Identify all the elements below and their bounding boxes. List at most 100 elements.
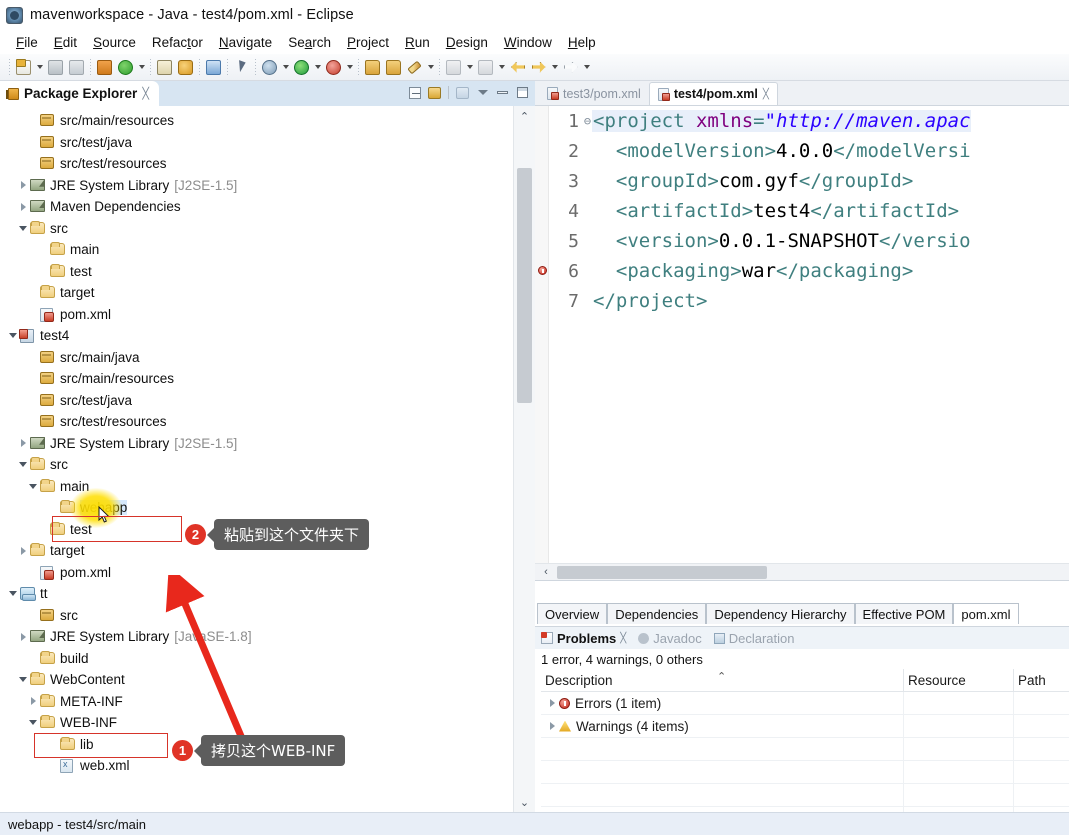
maximize-icon[interactable] bbox=[514, 84, 531, 101]
twisty-collapsed-icon[interactable] bbox=[16, 439, 30, 447]
tree-item-target[interactable]: target bbox=[0, 282, 513, 304]
tab-problems[interactable]: Problems ╳ bbox=[541, 631, 626, 646]
annotate-icon[interactable] bbox=[443, 57, 464, 78]
new-dropdown-icon[interactable] bbox=[34, 57, 45, 78]
tree-item-src[interactable]: src bbox=[0, 605, 513, 627]
fold-collapse-icon[interactable]: ⊖ bbox=[583, 114, 592, 128]
tree-item-meta-inf[interactable]: META-INF bbox=[0, 691, 513, 713]
menu-refactor[interactable]: Refactor bbox=[144, 34, 211, 51]
console-icon[interactable] bbox=[203, 57, 224, 78]
new-class-icon[interactable] bbox=[404, 57, 425, 78]
code-line-4[interactable]: 4 <artifactId>test4</artifactId> bbox=[549, 196, 1069, 226]
tree-item-build[interactable]: build bbox=[0, 648, 513, 670]
xml-editor[interactable]: 1 ⊖ <project xmlns="http://maven.apac 2 <mo… bbox=[535, 106, 1069, 581]
editor-horizontal-scrollbar[interactable]: ‹ bbox=[535, 563, 1069, 580]
export-package-icon[interactable] bbox=[94, 57, 115, 78]
twisty-expanded-icon[interactable] bbox=[16, 226, 30, 231]
code-line-1[interactable]: 1 ⊖ <project xmlns="http://maven.apac bbox=[549, 106, 1069, 136]
new-package-icon[interactable] bbox=[383, 57, 404, 78]
twisty-expanded-icon[interactable] bbox=[16, 462, 30, 467]
form-tab-effective-pom[interactable]: Effective POM bbox=[854, 603, 954, 624]
tab-javadoc[interactable]: Javadoc bbox=[638, 631, 702, 646]
code-line-2[interactable]: 2 <modelVersion>4.0.0</modelVersi bbox=[549, 136, 1069, 166]
twisty-collapsed-icon[interactable] bbox=[16, 633, 30, 641]
editor-code-lines[interactable]: 1 ⊖ <project xmlns="http://maven.apac 2 <mo… bbox=[549, 106, 1069, 580]
scroll-down-icon[interactable]: ⌄ bbox=[514, 792, 535, 812]
error-marker-icon[interactable] bbox=[538, 266, 547, 275]
forward-icon[interactable] bbox=[528, 57, 549, 78]
save-icon[interactable] bbox=[45, 57, 66, 78]
twisty-expanded-icon[interactable] bbox=[6, 333, 20, 338]
external-tools-dropdown-icon[interactable] bbox=[344, 57, 355, 78]
editor-tab-test4-pom-xml[interactable]: test4/pom.xml ╳ bbox=[648, 82, 778, 105]
forward-dropdown-icon[interactable] bbox=[549, 57, 560, 78]
table-row[interactable]: Warnings (4 items) bbox=[541, 714, 1069, 738]
code-line-6[interactable]: 6 <packaging>war</packaging> bbox=[549, 256, 1069, 286]
column-header-description[interactable]: Description ⌃ bbox=[541, 669, 903, 691]
twisty-expanded-icon[interactable] bbox=[26, 484, 40, 489]
run-dropdown-icon[interactable] bbox=[312, 57, 323, 78]
tree-item-webcontent[interactable]: WebContent bbox=[0, 669, 513, 691]
tree-item-src[interactable]: src bbox=[0, 454, 513, 476]
package-explorer-tree[interactable]: src/main/resources src/test/java src/test/… bbox=[0, 106, 513, 812]
tree-item-src-test-resources[interactable]: src/test/resources bbox=[0, 153, 513, 175]
menu-file[interactable]: File bbox=[8, 34, 46, 51]
tree-item-src[interactable]: src bbox=[0, 218, 513, 240]
code-line-7[interactable]: 7 </project> bbox=[549, 286, 1069, 316]
code-line-5[interactable]: 5 <version>0.0.1-SNAPSHOT</versio bbox=[549, 226, 1069, 256]
tree-item-tt[interactable]: tt bbox=[0, 583, 513, 605]
table-row[interactable]: Errors (1 item) bbox=[541, 691, 1069, 715]
debug-dropdown-icon[interactable] bbox=[280, 57, 291, 78]
run-external-tools-icon[interactable] bbox=[323, 57, 344, 78]
twisty-collapsed-icon[interactable] bbox=[16, 203, 30, 211]
twisty-expanded-icon[interactable] bbox=[6, 591, 20, 596]
twisty-expanded-icon[interactable] bbox=[16, 677, 30, 682]
twisty-collapsed-icon[interactable] bbox=[16, 547, 30, 555]
hscrollbar-thumb[interactable] bbox=[557, 565, 767, 579]
refresh-dropdown-icon[interactable] bbox=[136, 57, 147, 78]
twisty-expanded-icon[interactable] bbox=[26, 720, 40, 725]
tree-item-src-main-resources[interactable]: src/main/resources bbox=[0, 110, 513, 132]
minimize-icon[interactable] bbox=[494, 84, 511, 101]
tree-item-lib[interactable]: lib bbox=[0, 734, 513, 756]
form-tab-pom.xml[interactable]: pom.xml bbox=[953, 603, 1019, 624]
column-header-path[interactable]: Path bbox=[1013, 669, 1069, 691]
menu-edit[interactable]: Edit bbox=[46, 34, 85, 51]
scroll-up-icon[interactable]: ⌃ bbox=[514, 106, 535, 126]
annotate-dropdown-icon[interactable] bbox=[464, 57, 475, 78]
close-icon[interactable]: ╳ bbox=[763, 89, 769, 100]
twisty-collapsed-icon[interactable] bbox=[16, 181, 30, 189]
collapse-all-icon[interactable] bbox=[406, 84, 423, 101]
editor-tab-test3-pom-xml[interactable]: test3/pom.xml bbox=[539, 82, 649, 105]
tree-item-pom-xml[interactable]: pom.xml bbox=[0, 562, 513, 584]
tree-item-webapp[interactable]: webapp bbox=[0, 497, 513, 519]
run-icon[interactable] bbox=[291, 57, 312, 78]
open-type-icon[interactable] bbox=[154, 57, 175, 78]
next-annotation-dropdown-icon[interactable] bbox=[581, 57, 592, 78]
tree-item-jre-system-library[interactable]: JRE System Library [J2SE-1.5] bbox=[0, 175, 513, 197]
editor-vertical-ruler[interactable] bbox=[535, 106, 549, 580]
tree-item-web-inf[interactable]: WEB-INF bbox=[0, 712, 513, 734]
tree-item-main[interactable]: main bbox=[0, 476, 513, 498]
tree-item-src-test-java[interactable]: src/test/java bbox=[0, 132, 513, 154]
cell-description[interactable]: Warnings (4 items) bbox=[541, 715, 903, 738]
tree-item-src-main-resources[interactable]: src/main/resources bbox=[0, 368, 513, 390]
menu-run[interactable]: Run bbox=[397, 34, 438, 51]
back-icon[interactable] bbox=[507, 57, 528, 78]
menu-search[interactable]: Search bbox=[280, 34, 339, 51]
view-menu-icon[interactable] bbox=[474, 84, 491, 101]
tree-item-jre-system-library[interactable]: JRE System Library [J2SE-1.5] bbox=[0, 433, 513, 455]
twisty-collapsed-icon[interactable] bbox=[545, 699, 559, 707]
tree-item-test[interactable]: test bbox=[0, 519, 513, 541]
close-icon[interactable]: ╳ bbox=[142, 87, 149, 100]
twisty-collapsed-icon[interactable] bbox=[26, 697, 40, 705]
twisty-collapsed-icon[interactable] bbox=[545, 722, 559, 730]
search-icon[interactable] bbox=[475, 57, 496, 78]
tab-package-explorer[interactable]: Package Explorer ╳ bbox=[0, 81, 159, 106]
new-wizard-icon[interactable] bbox=[13, 57, 34, 78]
menu-design[interactable]: Design bbox=[438, 34, 496, 51]
code-line-3[interactable]: 3 <groupId>com.gyf</groupId> bbox=[549, 166, 1069, 196]
next-annotation-icon[interactable] bbox=[560, 57, 581, 78]
menu-project[interactable]: Project bbox=[339, 34, 397, 51]
tree-item-web-xml[interactable]: web.xml bbox=[0, 755, 513, 777]
